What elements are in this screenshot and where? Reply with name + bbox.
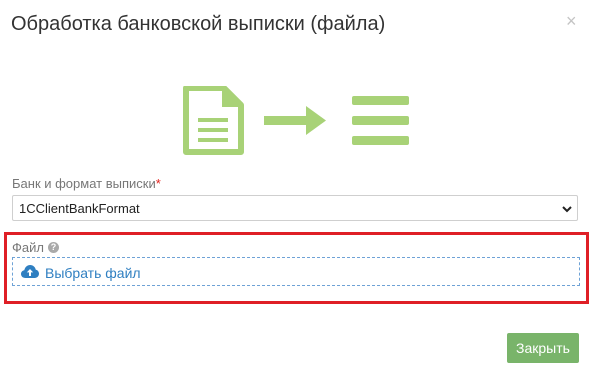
required-marker: * <box>155 176 161 191</box>
file-label: Файл ? <box>12 240 59 255</box>
close-icon[interactable]: × <box>566 12 577 30</box>
choose-file-button[interactable]: Выбрать файл <box>12 257 580 286</box>
cloud-upload-icon <box>21 265 39 278</box>
chevron-down-icon <box>562 206 572 213</box>
close-button[interactable]: Закрыть <box>507 333 579 363</box>
file-label-text: Файл <box>12 240 44 255</box>
list-icon <box>352 96 409 145</box>
document-icon <box>183 86 244 155</box>
bank-format-select[interactable]: 1CClientBankFormat <box>12 195 578 221</box>
choose-file-label: Выбрать файл <box>45 265 141 281</box>
bank-format-label: Банк и формат выписки* <box>12 176 161 191</box>
help-icon[interactable]: ? <box>47 242 59 253</box>
dialog-title: Обработка банковской выписки (файла) <box>11 13 386 35</box>
bank-format-label-text: Банк и формат выписки <box>12 176 156 191</box>
arrow-right-icon <box>264 106 326 135</box>
bank-format-value: 1CClientBankFormat <box>19 201 140 216</box>
illustration <box>183 86 409 155</box>
